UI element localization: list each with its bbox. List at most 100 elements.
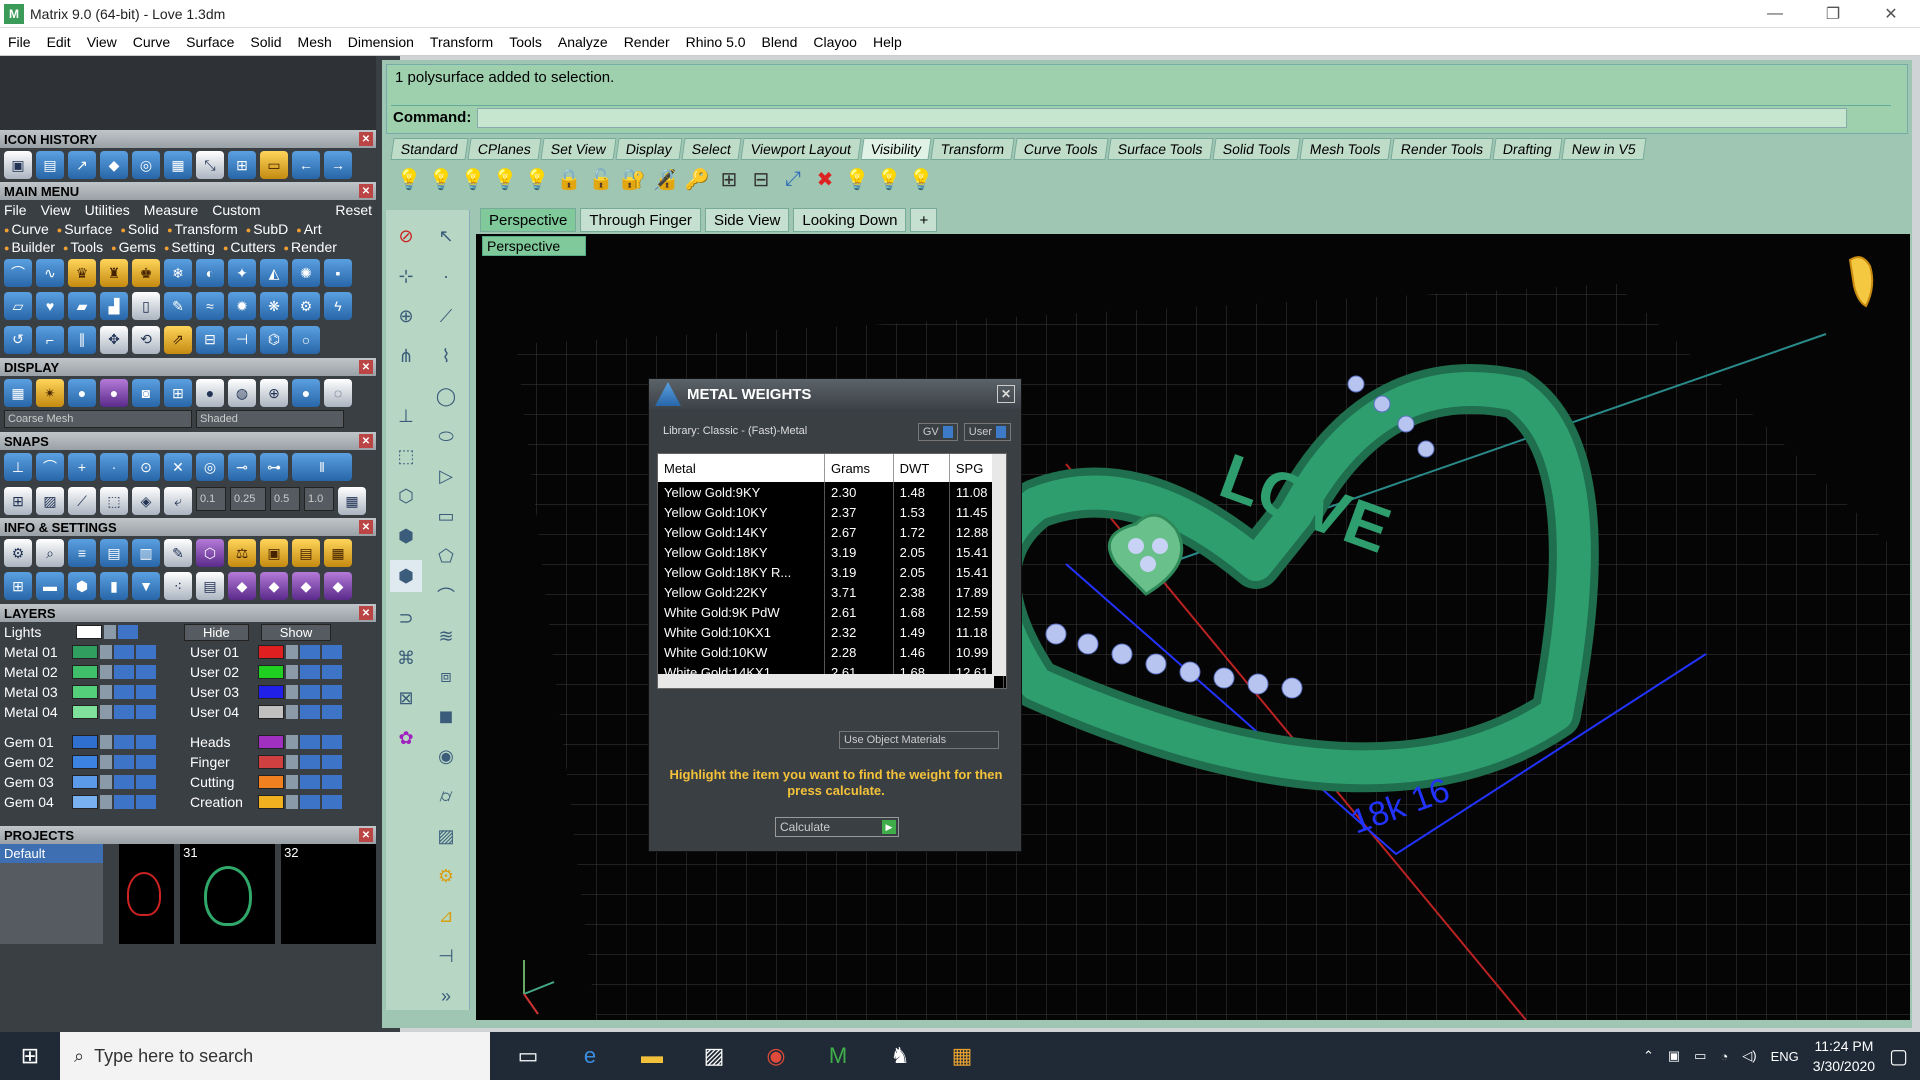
- curve-icon[interactable]: ↗: [68, 151, 96, 179]
- battery-icon[interactable]: ▭: [1694, 1048, 1706, 1064]
- plane-icon[interactable]: ▰: [68, 292, 96, 321]
- menu-curve[interactable]: Curve: [125, 34, 178, 50]
- lock-selected-icon[interactable]: 🔏: [652, 166, 678, 192]
- toolbar-tab[interactable]: Transform: [930, 138, 1015, 160]
- menu-dimension[interactable]: Dimension: [340, 34, 422, 50]
- mm-builder[interactable]: Builder: [4, 239, 55, 255]
- curve-points-icon[interactable]: ⌇: [430, 340, 462, 372]
- toolbar-tab[interactable]: Solid Tools: [1212, 138, 1301, 160]
- layer-color-swatch[interactable]: [72, 665, 98, 679]
- magnet-icon[interactable]: ⊃: [390, 602, 422, 634]
- layer-color-swatch[interactable]: [72, 755, 98, 769]
- current-layer-icon[interactable]: [136, 685, 156, 699]
- project-thumb-31[interactable]: 31: [180, 844, 276, 944]
- snap-near-icon[interactable]: ⌒: [36, 453, 64, 481]
- layer-row[interactable]: Metal 01: [0, 642, 186, 662]
- cluster-icon[interactable]: ❋: [260, 292, 288, 321]
- array-icon[interactable]: ⊟: [196, 325, 224, 354]
- gear-icon[interactable]: ⚙: [292, 292, 320, 321]
- wifi-icon[interactable]: ◔: [1720, 1049, 1728, 1064]
- back-arrow-icon[interactable]: ←: [292, 151, 320, 179]
- current-layer-icon[interactable]: [136, 775, 156, 789]
- toolbar-tab[interactable]: Curve Tools: [1013, 138, 1109, 160]
- menu-help[interactable]: Help: [865, 34, 910, 50]
- toolbar-tab[interactable]: Visibility: [860, 138, 932, 160]
- snap-val-1[interactable]: 0.1: [196, 487, 226, 511]
- toolbar-tab[interactable]: Select: [681, 138, 742, 160]
- bezel-icon[interactable]: ✦: [228, 259, 256, 287]
- vertical-scrollbar[interactable]: [992, 454, 1006, 676]
- dimension-icon[interactable]: ⊿: [430, 900, 462, 932]
- rhino-app-icon[interactable]: ♞: [882, 1038, 918, 1074]
- layer-color-swatch[interactable]: [72, 705, 98, 719]
- toolbar-tab[interactable]: New in V5: [1561, 138, 1647, 160]
- visible-icon[interactable]: [300, 755, 320, 769]
- mm-subd[interactable]: SubD: [246, 221, 288, 237]
- hide-button[interactable]: Hide: [184, 623, 249, 641]
- zoom-icon[interactable]: ⌕: [36, 539, 64, 567]
- column-header[interactable]: Metal: [658, 454, 825, 482]
- visible-icon[interactable]: [114, 775, 134, 789]
- layer-row[interactable]: Cutting: [186, 772, 372, 792]
- menu-blend[interactable]: Blend: [754, 34, 806, 50]
- weight-icon[interactable]: ⚖: [228, 539, 256, 567]
- project-default[interactable]: Default: [0, 844, 103, 863]
- cube-icon[interactable]: ⬢: [68, 572, 96, 600]
- visible-icon[interactable]: [300, 795, 320, 809]
- lights-swatch[interactable]: [76, 625, 102, 639]
- box-icon[interactable]: ⬚: [390, 440, 422, 472]
- bulb-show-icon[interactable]: 💡: [428, 166, 454, 192]
- spline-icon[interactable]: ∿: [36, 259, 64, 287]
- current-layer-icon[interactable]: [136, 755, 156, 769]
- circle-tool-icon[interactable]: ◯: [430, 380, 462, 412]
- close-icon[interactable]: ✕: [359, 828, 373, 842]
- menu-render[interactable]: Render: [616, 34, 678, 50]
- current-layer-icon[interactable]: [322, 705, 342, 719]
- table-row[interactable]: Yellow Gold:18KY 3.19 2.05 15.41: [658, 542, 1005, 562]
- layer-row[interactable]: Creation: [186, 792, 372, 812]
- bulb-layer-on-icon[interactable]: 💡: [876, 166, 902, 192]
- unlock-icon[interactable]: 🔓: [588, 166, 614, 192]
- table-row[interactable]: White Gold:10KX1 2.32 1.49 11.18: [658, 622, 1005, 642]
- viewport-label[interactable]: Perspective: [482, 236, 586, 256]
- edge-icon[interactable]: e: [572, 1038, 608, 1074]
- bolt-icon[interactable]: ϟ: [324, 292, 352, 321]
- bulb-hide-icon[interactable]: 💡: [396, 166, 422, 192]
- snap-perp-icon[interactable]: ◎: [196, 453, 224, 481]
- layer-row[interactable]: User 03: [186, 682, 372, 702]
- layer-row[interactable]: Gem 03: [0, 772, 186, 792]
- polyline-icon[interactable]: ⟋: [430, 300, 462, 332]
- visible-icon[interactable]: [300, 735, 320, 749]
- table-row[interactable]: Yellow Gold:14KY 2.67 1.72 12.88: [658, 522, 1005, 542]
- notifications-icon[interactable]: ▢: [1889, 1044, 1908, 1069]
- loft-icon[interactable]: ⧈: [430, 660, 462, 692]
- chevron-up-icon[interactable]: ⌃: [1643, 1048, 1654, 1064]
- page-icon[interactable]: ▯: [132, 292, 160, 321]
- render-view-icon[interactable]: ◙: [132, 379, 160, 407]
- delete-icon[interactable]: ✖: [812, 166, 838, 192]
- minimize-button[interactable]: —: [1746, 0, 1804, 28]
- mm-tools[interactable]: Tools: [63, 239, 103, 255]
- toolbar-tab[interactable]: Drafting: [1492, 138, 1563, 160]
- toolbar-tab[interactable]: Display: [615, 138, 683, 160]
- shank-icon[interactable]: ◐: [196, 259, 224, 287]
- options-icon[interactable]: ⚙: [4, 539, 32, 567]
- current-layer-icon[interactable]: [322, 665, 342, 679]
- gv-toggle[interactable]: GV: [917, 423, 958, 441]
- pillars-icon[interactable]: ∥: [68, 325, 96, 354]
- ortho-icon[interactable]: ▨: [36, 487, 64, 515]
- command-input[interactable]: [477, 107, 1848, 128]
- points-on-icon[interactable]: ⊞: [716, 166, 742, 192]
- visible-icon[interactable]: [114, 755, 134, 769]
- axes-icon[interactable]: ⊥: [390, 400, 422, 432]
- toolbar-tab[interactable]: Surface Tools: [1107, 138, 1214, 160]
- gem-cut-icon[interactable]: ◭: [260, 259, 288, 287]
- table-row[interactable]: Yellow Gold:10KY 2.37 1.53 11.45: [658, 502, 1005, 522]
- select-arrow-icon[interactable]: ↖: [430, 220, 462, 252]
- book-icon[interactable]: ▮: [100, 572, 128, 600]
- visible-icon[interactable]: [300, 645, 320, 659]
- cube-top-icon[interactable]: ⬡: [390, 480, 422, 512]
- grid-snap-icon[interactable]: ⊞: [4, 487, 32, 515]
- scale-icon[interactable]: ⤡: [196, 151, 224, 179]
- flow-icon[interactable]: ⇗: [164, 325, 192, 354]
